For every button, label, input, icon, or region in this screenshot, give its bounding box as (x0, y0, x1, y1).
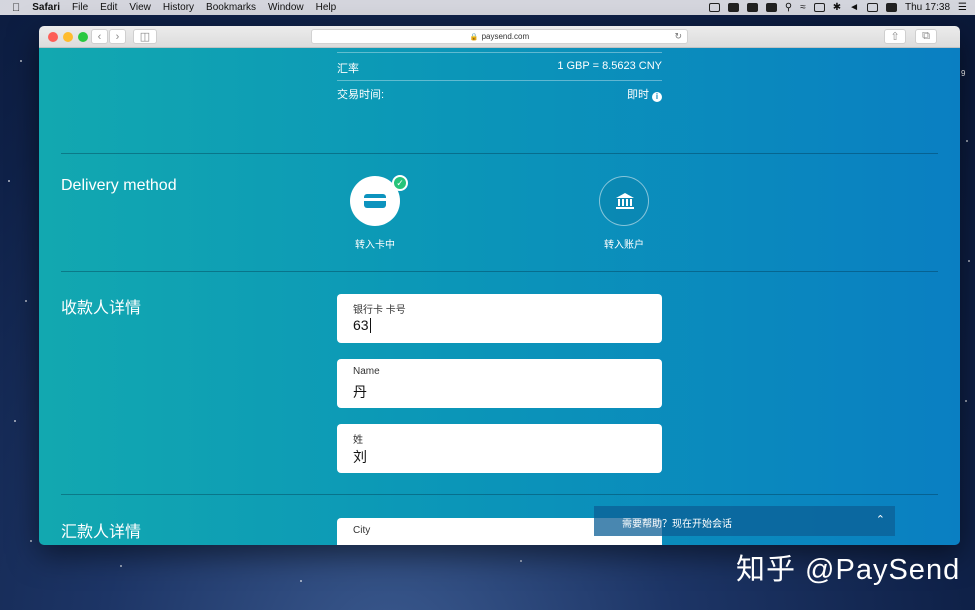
chevron-left-icon: ‹ (97, 30, 102, 43)
star (14, 420, 16, 422)
first-name-field[interactable]: Name 丹 (337, 359, 662, 408)
close-window-button[interactable] (48, 32, 58, 42)
section-divider (61, 271, 938, 272)
card-number-label: 银行卡 卡号 (353, 305, 406, 316)
minimize-window-button[interactable] (63, 32, 73, 42)
lock-icon: 🔒 (469, 33, 479, 41)
sender-details-title: 汇款人详情 (61, 524, 142, 541)
delivery-option-account[interactable] (599, 176, 649, 226)
exchange-rate-label: 汇率 (337, 63, 359, 75)
page-content: 汇率 1 GBP = 8.5623 CNY 交易时间: 即时 i Delivery… (39, 48, 960, 545)
list-icon[interactable]: ☰ (958, 2, 967, 13)
chevron-right-icon: › (115, 30, 120, 43)
transfer-time-value: 即时 (627, 89, 649, 101)
last-name-label: 姓 (353, 435, 363, 446)
delivery-option-account-label[interactable]: 转入账户 (579, 236, 669, 251)
menu-bar:  Safari File Edit View History Bookmark… (0, 0, 975, 15)
delivery-option-card-label[interactable]: 转入卡中 (330, 236, 420, 251)
airplay-icon[interactable] (813, 3, 825, 12)
reload-icon[interactable]: ↻ (674, 31, 682, 42)
safari-window: ‹ › ◫ 🔒 paysend.com ↻ ⇧ ⧉ 汇率 1 GBP = 8.5… (39, 26, 960, 545)
card-number-input[interactable]: 63 (353, 317, 371, 333)
sidebar-button[interactable]: ◫ (133, 29, 157, 44)
star (120, 565, 122, 567)
first-name-input[interactable]: 丹 (353, 382, 367, 402)
menu-help[interactable]: Help (316, 2, 337, 13)
search-icon[interactable]: ⚲ (785, 2, 792, 13)
tabs-icon: ⧉ (922, 30, 930, 42)
sidebar-icon: ◫ (139, 31, 151, 43)
star (25, 300, 27, 302)
battery-icon[interactable] (866, 3, 878, 12)
app-status-icon[interactable] (727, 3, 739, 12)
clock[interactable]: Thu 17:38 (905, 2, 950, 13)
section-divider (61, 153, 938, 154)
menu-bookmarks[interactable]: Bookmarks (206, 2, 256, 13)
volume-icon[interactable]: ◄ (849, 2, 859, 13)
zoom-window-button[interactable] (78, 32, 88, 42)
chat-widget-bar[interactable]: 需要帮助？现在开始会话 ⌃ (594, 506, 895, 536)
show-tabs-button[interactable]: ⧉ (915, 29, 937, 44)
exchange-rate-value: 1 GBP = 8.5623 CNY (557, 60, 662, 72)
last-name-input[interactable]: 刘 (353, 447, 367, 467)
side-digit: 9 (961, 69, 966, 78)
wifi-icon[interactable]: ≈ (800, 2, 806, 13)
text-caret (369, 318, 371, 333)
share-button[interactable]: ⇧ (884, 29, 906, 44)
watermark: 知乎 @PaySend (736, 554, 961, 586)
sync-icon[interactable] (885, 3, 897, 12)
chevron-up-icon[interactable]: ⌃ (876, 513, 885, 526)
star (966, 140, 968, 142)
section-divider (61, 494, 938, 495)
menu-view[interactable]: View (129, 2, 151, 13)
menu-window[interactable]: Window (268, 2, 304, 13)
menu-file[interactable]: File (72, 2, 88, 13)
url-text: paysend.com (481, 32, 530, 41)
apple-icon[interactable]:  (12, 2, 20, 14)
first-name-label: Name (353, 366, 380, 377)
address-bar[interactable]: 🔒 paysend.com ↻ (311, 29, 688, 44)
star (520, 560, 522, 562)
delivery-method-title: Delivery method (61, 177, 177, 194)
delivery-option-card[interactable]: ✓ (350, 175, 408, 226)
bank-icon (616, 193, 634, 209)
city-label: City (353, 525, 371, 536)
chat-text[interactable]: 需要帮助？现在开始会话 (622, 515, 732, 530)
status-area: ⚲ ≈ ✱ ◄ Thu 17:38 ☰ (708, 0, 967, 15)
star (20, 60, 22, 62)
divider (337, 80, 662, 81)
transfer-time-label: 交易时间: (337, 89, 385, 101)
star (965, 400, 967, 402)
checkmark-icon: ✓ (392, 175, 408, 191)
star (300, 580, 302, 582)
menu-edit[interactable]: Edit (100, 2, 117, 13)
menu-history[interactable]: History (163, 2, 194, 13)
forward-button[interactable]: › (109, 29, 126, 44)
card-number-value: 63 (353, 317, 369, 333)
divider (337, 52, 662, 53)
text-icon[interactable] (765, 3, 777, 12)
share-icon: ⇧ (890, 31, 900, 43)
star (968, 260, 970, 262)
star (8, 180, 10, 182)
menu-app[interactable]: Safari (32, 2, 60, 13)
transfer-time-row: 即时 i (562, 86, 662, 102)
card-icon (364, 194, 386, 208)
toolbar: ‹ › ◫ 🔒 paysend.com ↻ ⇧ ⧉ (39, 26, 960, 48)
camera-icon[interactable] (708, 3, 720, 12)
bluetooth-icon[interactable]: ✱ (833, 2, 841, 13)
back-button[interactable]: ‹ (91, 29, 108, 44)
recipient-details-title: 收款人详情 (61, 300, 142, 317)
mic-icon[interactable] (746, 3, 758, 12)
star (30, 540, 32, 542)
last-name-field[interactable]: 姓 刘 (337, 424, 662, 473)
info-icon[interactable]: i (652, 92, 662, 102)
card-number-field[interactable]: 银行卡 卡号 63 (337, 294, 662, 343)
